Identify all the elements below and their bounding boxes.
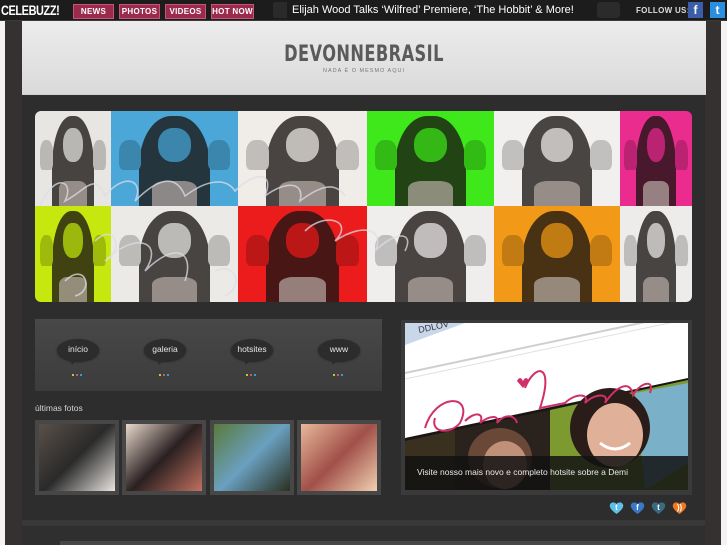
nav-videos-button[interactable]: VIDEOS [165, 4, 206, 19]
photo-image [214, 424, 290, 491]
ticker-headline-link[interactable]: Elijah Wood Talks ‘Wilfred’ Premiere, ‘T… [292, 3, 574, 17]
celebuzz-top-bar: CELEBUZZ! NEWS PHOTOS VIDEOS HOT NOW Eli… [0, 0, 727, 21]
banner-tile [367, 206, 494, 302]
twitter-follow-icon[interactable]: t [710, 2, 725, 18]
photo-image [39, 424, 115, 491]
follow-us-label: FOLLOW US: [636, 6, 690, 15]
latest-photos-heading: últimas fotos [35, 403, 83, 413]
site-subtitle: NADA É O MESMO AQUI [323, 68, 405, 74]
photo-image [301, 424, 377, 491]
featured-caption-bar: Visite nosso mais novo e completo hotsit… [405, 456, 688, 490]
latest-photo-thumb[interactable] [297, 420, 381, 495]
nav-item-label: início [68, 344, 88, 354]
nav-photos-button[interactable]: PHOTOS [119, 4, 160, 19]
nav-item-galeria[interactable]: galeria [144, 339, 188, 381]
nav-item-inicio[interactable]: início [57, 339, 101, 381]
rss-heart-icon[interactable]: )) [672, 501, 687, 515]
featured-caption-text[interactable]: Visite nosso mais novo e completo hotsit… [417, 467, 628, 478]
site-header: DEVONNEBRASIL NADA É O MESMO AQUI [22, 21, 706, 95]
latest-photo-thumb[interactable] [210, 420, 294, 495]
site-title[interactable]: DEVONNEBRASIL [84, 43, 645, 67]
latest-photo-thumb[interactable] [35, 420, 119, 495]
nav-item-label: hotsites [237, 344, 267, 354]
banner-tile [494, 206, 620, 302]
nav-item-www[interactable]: www [318, 339, 362, 381]
color-dots-icon [72, 374, 86, 376]
banner-tile [620, 111, 692, 206]
banner-tile [238, 206, 367, 302]
nav-item-label: galeria [152, 344, 178, 354]
facebook-heart-icon[interactable]: f [630, 501, 645, 515]
banner-tile [494, 111, 620, 206]
color-dots-icon [333, 374, 347, 376]
celebuzz-logo[interactable]: CELEBUZZ! [1, 1, 60, 19]
ticker-prev-button[interactable] [273, 2, 287, 18]
nav-menu: início galeria hotsites www [35, 319, 382, 391]
page-right-border [705, 21, 721, 545]
facebook-follow-icon[interactable]: f [688, 2, 703, 18]
banner-tile [35, 111, 111, 206]
nav-item-label: www [329, 344, 349, 354]
tumblr-heart-icon[interactable]: t [651, 501, 666, 515]
footer-bar [60, 541, 680, 545]
banner-tile [111, 206, 238, 302]
banner-collage-image [35, 111, 692, 302]
ticker-next-button[interactable] [597, 2, 620, 18]
banner-tile [238, 111, 367, 206]
nav-news-button[interactable]: NEWS [73, 4, 114, 19]
color-dots-icon [246, 374, 260, 376]
twitter-heart-icon[interactable]: t [609, 501, 624, 515]
banner-tile [367, 111, 494, 206]
banner-tile [620, 206, 692, 302]
nav-item-hotsites[interactable]: hotsites [231, 339, 275, 381]
nav-hot-now-button[interactable]: HOT NOW [211, 4, 254, 19]
latest-photo-thumb[interactable] [122, 420, 206, 495]
page-left-border [5, 21, 22, 545]
color-dots-icon [159, 374, 173, 376]
banner-tile [111, 111, 238, 206]
photo-image [126, 424, 202, 491]
banner-tile [35, 206, 111, 302]
